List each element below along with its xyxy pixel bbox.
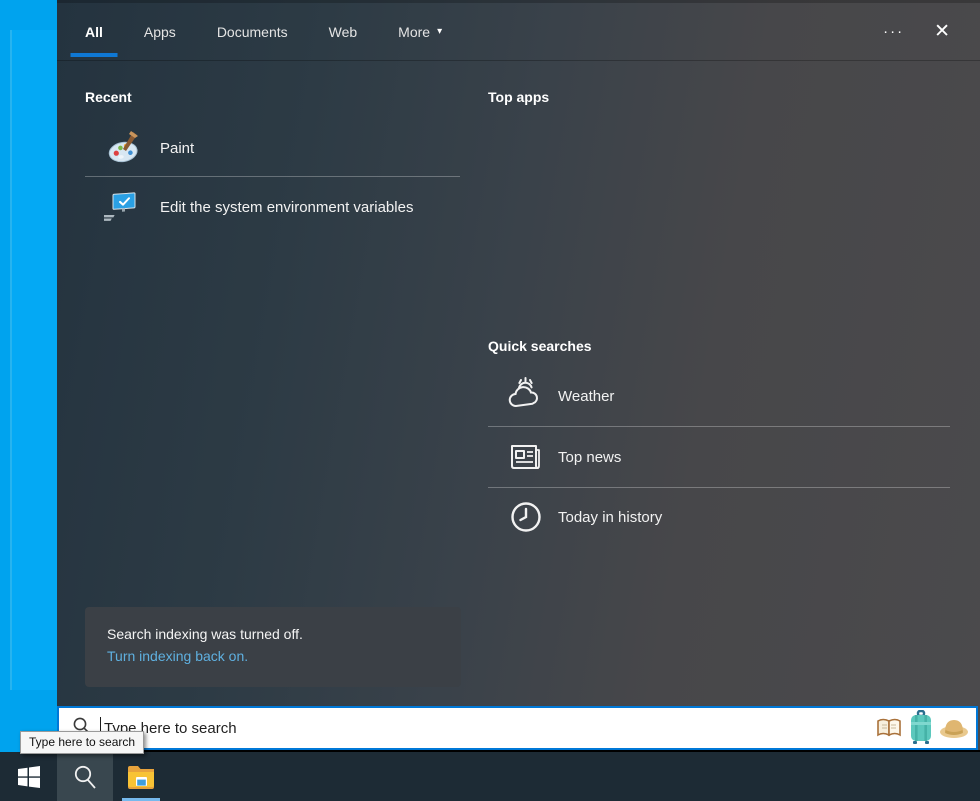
quick-search-today-in-history[interactable]: Today in history [505, 488, 950, 546]
taskbar-file-explorer-button[interactable] [113, 752, 169, 801]
close-icon[interactable]: ✕ [934, 20, 950, 43]
tab-all-label: All [85, 24, 103, 40]
search-input[interactable] [104, 708, 874, 748]
divider [488, 426, 950, 427]
quick-search-top-news[interactable]: Top news [505, 428, 950, 486]
quick-searches-header: Quick searches [488, 338, 592, 354]
luggage-icon [906, 710, 936, 746]
tab-web[interactable]: Web [329, 3, 358, 60]
clock-icon [505, 496, 547, 538]
search-highlights[interactable] [874, 710, 970, 746]
open-book-icon [874, 714, 904, 742]
tab-documents-label: Documents [217, 24, 288, 40]
recent-item-paint[interactable]: Paint [97, 122, 472, 174]
turn-indexing-on-link[interactable]: Turn indexing back on. [107, 648, 461, 664]
tab-more-label: More [398, 24, 430, 40]
quick-search-weather[interactable]: Weather [505, 367, 950, 425]
search-flyout-window: All Apps Documents Web More ▾ ··· ✕ Rece… [57, 0, 980, 750]
recent-header: Recent [85, 89, 132, 105]
quick-search-label: Top news [558, 449, 621, 466]
search-filter-tabbar: All Apps Documents Web More ▾ ··· ✕ [57, 3, 980, 61]
start-button[interactable] [0, 752, 57, 801]
search-tooltip: Type here to search [20, 731, 144, 754]
more-options-icon[interactable]: ··· [883, 27, 904, 37]
tab-documents[interactable]: Documents [217, 3, 288, 60]
recent-item-label: Paint [160, 140, 194, 157]
recent-item-env-variables[interactable]: Edit the system environment variables [97, 181, 472, 233]
indexing-notice-message: Search indexing was turned off. [107, 626, 461, 642]
desktop-wallpaper [0, 0, 57, 752]
tab-all[interactable]: All [85, 3, 103, 60]
desktop-window-edge [10, 30, 57, 690]
tab-apps-label: Apps [144, 24, 176, 40]
newspaper-icon [505, 436, 547, 478]
folder-icon [126, 764, 156, 790]
tab-web-label: Web [329, 24, 358, 40]
top-apps-header: Top apps [488, 89, 549, 105]
sun-hat-icon [938, 715, 970, 741]
recent-item-label: Edit the system environment variables [160, 199, 413, 216]
taskbar-search-button[interactable] [57, 752, 113, 801]
search-bar [57, 706, 978, 750]
tab-apps[interactable]: Apps [144, 3, 176, 60]
windows-logo-icon [18, 766, 40, 788]
weather-sun-cloud-icon [505, 375, 547, 417]
quick-search-label: Weather [558, 388, 614, 405]
indexing-notice: Search indexing was turned off. Turn ind… [85, 607, 461, 687]
quick-search-label: Today in history [558, 509, 662, 526]
taskbar [0, 752, 980, 801]
search-icon [72, 764, 98, 790]
paint-palette-icon [103, 128, 143, 168]
chevron-down-icon: ▾ [437, 26, 442, 37]
tab-more[interactable]: More ▾ [398, 3, 442, 60]
divider [85, 176, 460, 177]
system-properties-icon [103, 187, 143, 227]
screen: All Apps Documents Web More ▾ ··· ✕ Rece… [0, 0, 980, 801]
active-tab-underline [70, 53, 117, 57]
